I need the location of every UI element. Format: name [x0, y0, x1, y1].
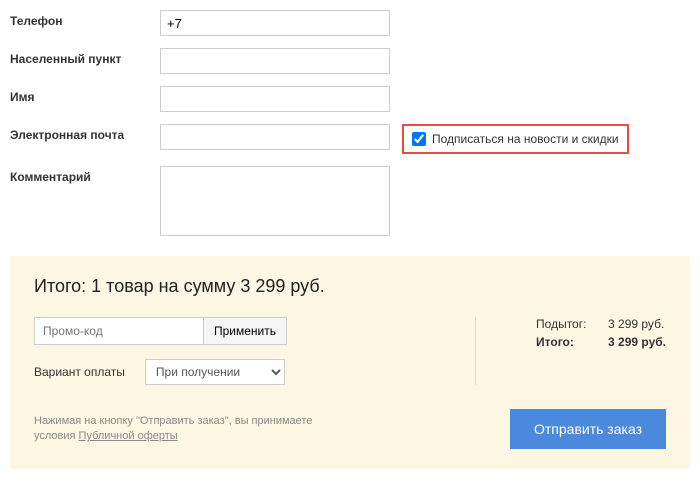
city-input[interactable] [160, 48, 390, 74]
subtotal-value: 3 299 руб. [608, 317, 664, 331]
total-value: 3 299 руб. [608, 335, 666, 349]
payment-label: Вариант оплаты [34, 365, 125, 379]
submit-order-button[interactable]: Отправить заказ [510, 409, 666, 449]
total-label: Итого: [536, 335, 596, 349]
comment-label: Комментарий [10, 166, 160, 184]
subscribe-checkbox[interactable] [412, 132, 426, 146]
phone-label: Телефон [10, 10, 160, 28]
promo-apply-button[interactable]: Применить [203, 317, 287, 345]
email-input[interactable] [160, 124, 390, 150]
summary-title: Итого: 1 товар на сумму 3 299 руб. [34, 276, 666, 297]
name-label: Имя [10, 86, 160, 104]
offer-link[interactable]: Публичной оферты [79, 430, 178, 442]
email-label: Электронная почта [10, 124, 160, 142]
promo-input[interactable] [34, 317, 204, 345]
subtotal-label: Подытог: [536, 317, 596, 331]
subscribe-label: Подписаться на новости и скидки [432, 132, 619, 146]
comment-textarea[interactable] [160, 166, 390, 236]
subscribe-highlight: Подписаться на новости и скидки [402, 124, 629, 154]
order-summary: Итого: 1 товар на сумму 3 299 руб. Приме… [10, 256, 690, 469]
payment-select[interactable]: При получении [145, 359, 285, 385]
name-input[interactable] [160, 86, 390, 112]
checkout-form: Телефон Населенный пункт Имя Электронная… [0, 0, 700, 236]
city-label: Населенный пункт [10, 48, 160, 66]
agreement-text: Нажимая на кнопку "Отправить заказ", вы … [34, 414, 314, 445]
divider [475, 317, 476, 385]
phone-input[interactable] [160, 10, 390, 36]
